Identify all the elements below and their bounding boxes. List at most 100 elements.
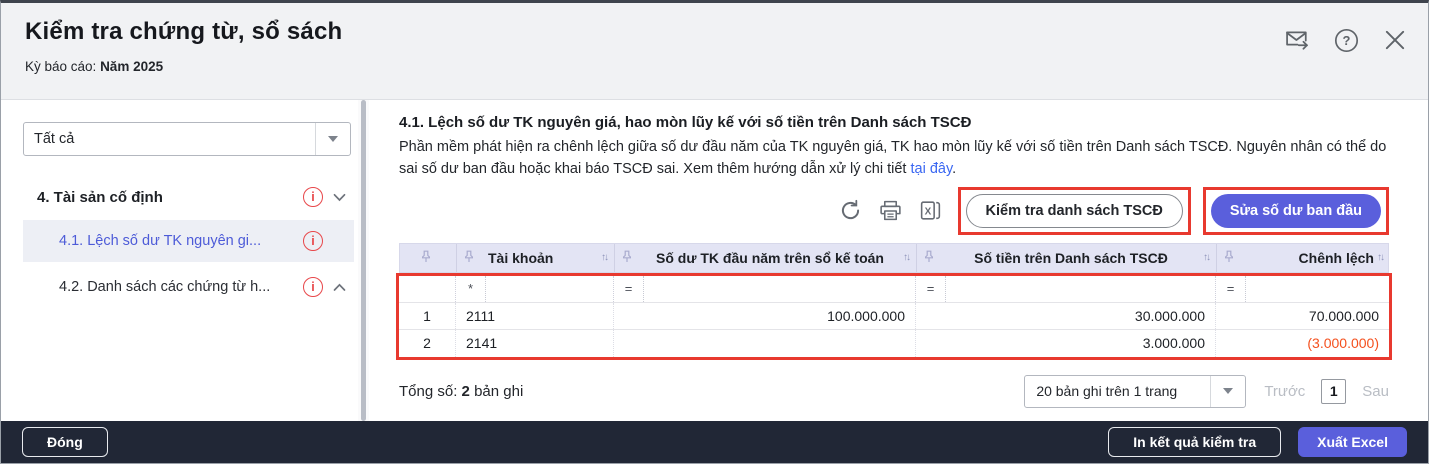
category-filter-value: Tất cả [24,123,315,155]
description-text: Phần mềm phát hiện ra chênh lệch giữa số… [399,139,1386,177]
chevron-up-icon[interactable] [333,283,346,292]
header-cell-pin [400,244,456,272]
annotation-box-table-rows: * = = = [396,273,1392,360]
page-size-value: 20 bản ghi trên 1 trang [1025,376,1210,407]
column-label: Số tiền trên Danh sách TSCĐ [939,250,1203,266]
chevron-down-icon[interactable] [315,123,350,155]
pin-icon[interactable] [464,250,474,266]
annotation-box-check-list: Kiểm tra danh sách TSCĐ [958,187,1191,235]
dialog-body: Tất cả 4. Tài sản cố định i 4.1. Lệch số… [1,100,1428,421]
header-cell-account[interactable]: Tài khoản ↑↓ [456,244,614,272]
tree-group-fixed-assets[interactable]: 4. Tài sản cố định i [23,178,354,216]
refresh-icon[interactable] [836,196,866,226]
filter-cell-difference: = [1215,276,1389,302]
filter-input-asset-list-amount[interactable] [946,276,1215,302]
section-description: Phần mềm phát hiện ra chênh lệch giữa số… [399,137,1401,181]
record-count: Tổng số: 2 bản ghi [399,383,523,400]
prev-page-button[interactable]: Trước [1264,383,1305,400]
cell-index: 2 [399,330,455,357]
section-title: 4.1. Lệch số dư TK nguyên giá, hao mòn l… [399,114,1428,131]
sort-icon[interactable]: ↑↓ [601,252,607,263]
sort-icon[interactable]: ↑↓ [903,252,909,263]
sort-icon[interactable]: ↑↓ [1377,252,1383,263]
check-tree: 4. Tài sản cố định i 4.1. Lệch số dư TK … [23,178,358,308]
svg-text:X: X [925,207,932,218]
filter-operator[interactable]: = [916,276,946,302]
pin-icon[interactable] [421,250,431,266]
header-actions: ? [1282,25,1410,55]
table-header-row: Tài khoản ↑↓ Số dư TK đầu năm trên sổ kế… [399,243,1389,273]
scrollbar-thumb[interactable] [361,100,366,421]
export-excel-icon[interactable]: X [916,196,946,226]
cell-difference: 70.000.000 [1215,303,1389,329]
category-filter-select[interactable]: Tất cả [23,122,351,156]
header-cell-book-balance[interactable]: Số dư TK đầu năm trên sổ kế toán ↑↓ [614,244,916,272]
filter-cell-account: * [455,276,613,302]
cell-account: 2141 [455,330,613,357]
tree-item-label: 4.1. Lệch số dư TK nguyên gi... [59,233,303,249]
tree-item-label: 4.2. Danh sách các chứng từ h... [59,279,303,295]
filter-cell-asset-list-amount: = [915,276,1215,302]
filter-operator[interactable]: * [456,276,486,302]
error-info-icon: i [303,277,323,297]
chevron-down-icon[interactable] [333,193,346,202]
svg-text:?: ? [1342,33,1350,48]
print-icon[interactable] [876,196,906,226]
filter-cell-index [399,276,455,302]
print-result-button[interactable]: In kết quả kiểm tra [1108,427,1281,457]
filter-input-account[interactable] [486,276,613,302]
report-period-value: Năm 2025 [100,59,163,74]
column-label: Chênh lệch [1239,250,1377,266]
table-row[interactable]: 1 2111 100.000.000 30.000.000 70.000.000 [399,303,1389,330]
filter-input-difference[interactable] [1246,276,1389,302]
send-feedback-icon[interactable] [1282,25,1312,55]
header-cell-asset-list-amount[interactable]: Số tiền trên Danh sách TSCĐ ↑↓ [916,244,1216,272]
sidebar-scrollbar[interactable] [358,100,369,421]
result-table: Tài khoản ↑↓ Số dư TK đầu năm trên sổ kế… [399,243,1389,360]
help-icon[interactable]: ? [1331,25,1361,55]
export-excel-button[interactable]: Xuất Excel [1298,427,1407,457]
check-asset-list-button[interactable]: Kiểm tra danh sách TSCĐ [966,194,1183,228]
tree-group-label: 4. Tài sản cố định [37,189,303,206]
next-page-button[interactable]: Sau [1362,383,1389,400]
close-button[interactable]: Đóng [22,427,108,457]
filter-input-book-balance[interactable] [644,276,915,302]
annotation-box-fix-balance: Sửa số dư ban đầu [1203,187,1389,235]
record-count-value: 2 [462,383,470,400]
close-icon[interactable] [1380,25,1410,55]
report-period: Kỳ báo cáo: Năm 2025 [25,59,1404,74]
sidebar: Tất cả 4. Tài sản cố định i 4.1. Lệch số… [1,100,358,421]
pagination: 20 bản ghi trên 1 trang Trước 1 Sau [1024,375,1389,408]
chevron-down-icon[interactable] [1210,376,1245,407]
column-label: Số dư TK đầu năm trên sổ kế toán [637,250,903,266]
page-size-select[interactable]: 20 bản ghi trên 1 trang [1024,375,1246,408]
cell-difference: (3.000.000) [1215,330,1389,357]
error-info-icon: i [303,187,323,207]
tree-item-4-2[interactable]: 4.2. Danh sách các chứng từ h... i [23,266,354,308]
error-info-icon: i [303,231,323,251]
cell-index: 1 [399,303,455,329]
page-title: Kiểm tra chứng từ, sổ sách [25,18,1404,46]
pin-icon[interactable] [924,250,934,266]
pin-icon[interactable] [622,250,632,266]
footer-actions: In kết quả kiểm tra Xuất Excel [1108,427,1407,457]
help-link[interactable]: tại đây [911,161,953,177]
tree-item-4-1[interactable]: 4.1. Lệch số dư TK nguyên gi... i [23,220,354,262]
filter-operator[interactable]: = [1216,276,1246,302]
fix-opening-balance-button[interactable]: Sửa số dư ban đầu [1211,194,1381,228]
report-period-label: Kỳ báo cáo: [25,59,96,74]
filter-cell-book-balance: = [613,276,915,302]
table-toolbar: X Kiểm tra danh sách TSCĐ Sửa số dư ban … [399,187,1389,235]
cell-book-balance [613,330,915,357]
description-period: . [952,161,956,177]
table-row[interactable]: 2 2141 3.000.000 (3.000.000) [399,330,1389,357]
sort-icon[interactable]: ↑↓ [1203,252,1209,263]
cell-asset-list-amount: 3.000.000 [915,330,1215,357]
pin-icon[interactable] [1224,250,1234,266]
dialog-header: Kiểm tra chứng từ, sổ sách Kỳ báo cáo: N… [1,3,1428,100]
header-cell-difference[interactable]: Chênh lệch ↑↓ [1216,244,1390,272]
cell-account: 2111 [455,303,613,329]
filter-operator[interactable]: = [614,276,644,302]
current-page-box[interactable]: 1 [1321,379,1346,404]
filter-row: * = = = [399,276,1389,303]
